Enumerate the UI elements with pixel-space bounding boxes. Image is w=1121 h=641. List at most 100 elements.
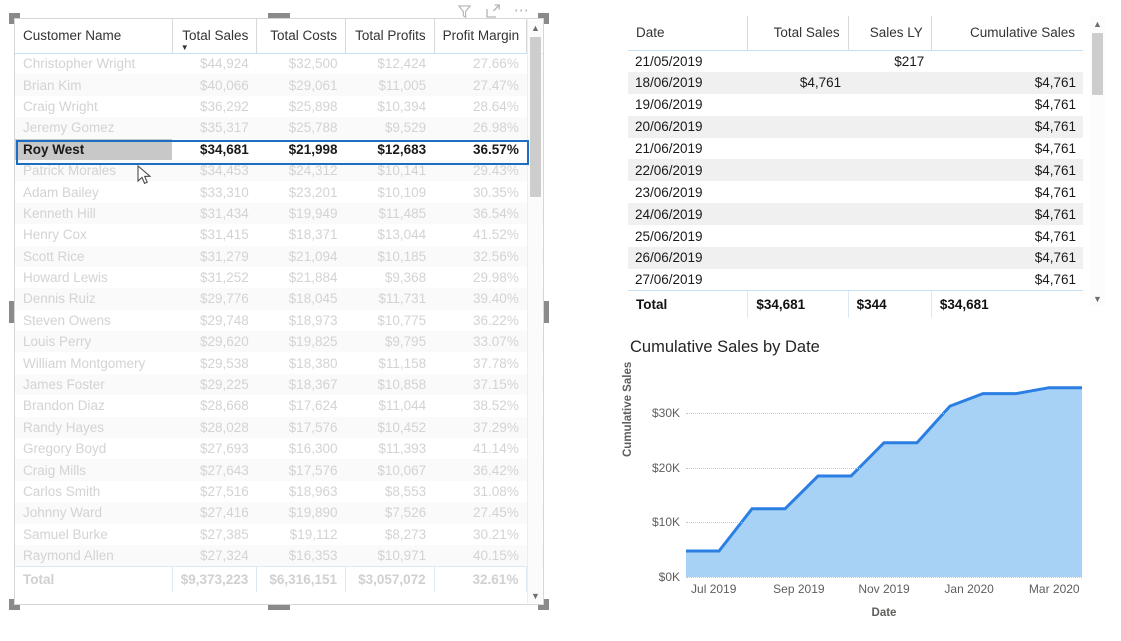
cell-total-sales[interactable]: $27,324 bbox=[172, 544, 257, 567]
column-header-profit-margin[interactable]: Profit Margin bbox=[433, 19, 527, 54]
table-row[interactable]: Craig Mills $27,643 $17,576 $10,067 36.42% bbox=[15, 459, 543, 481]
cell-date[interactable]: 18/06/2019 bbox=[628, 71, 748, 94]
cell-date[interactable]: 27/06/2019 bbox=[628, 269, 748, 291]
cell-total-sales[interactable]: $29,748 bbox=[172, 310, 257, 331]
cell-date-total-sales[interactable] bbox=[747, 159, 849, 182]
table-row[interactable]: Steven Owens $29,748 $18,973 $10,775 36.22% bbox=[15, 310, 543, 331]
cell-date[interactable]: 22/06/2019 bbox=[628, 159, 748, 182]
table-row[interactable]: Kenneth Hill $31,434 $19,949 $11,485 36.54% bbox=[15, 202, 543, 225]
cell-total-sales[interactable]: $29,538 bbox=[172, 352, 257, 373]
cell-date[interactable]: 21/05/2019 bbox=[628, 50, 748, 72]
cell-total-sales[interactable]: $31,279 bbox=[172, 245, 257, 267]
cell-total-profits[interactable]: $10,858 bbox=[345, 373, 435, 396]
cell-profit-margin[interactable]: 36.42% bbox=[434, 459, 527, 481]
cell-total-sales[interactable]: $28,028 bbox=[172, 416, 257, 439]
column-header-total-costs[interactable]: Total Costs bbox=[256, 19, 346, 54]
cell-sales-ly[interactable]: $217 bbox=[848, 50, 931, 72]
cell-total-costs[interactable]: $19,825 bbox=[256, 331, 346, 353]
cell-total-costs[interactable]: $21,884 bbox=[257, 267, 346, 288]
table-row[interactable]: Christopher Wright $44,924 $32,500 $12,424 2… bbox=[15, 53, 543, 74]
cell-total-costs[interactable]: $18,045 bbox=[256, 288, 346, 310]
cell-sales-ly[interactable] bbox=[848, 159, 932, 182]
cell-sales-ly[interactable] bbox=[848, 269, 931, 291]
cell-customer-name[interactable]: Louis Perry bbox=[15, 331, 173, 353]
cell-profit-margin[interactable]: 29.43% bbox=[434, 159, 527, 182]
table-row[interactable]: 25/06/2019 $4,761 bbox=[628, 225, 1083, 247]
cell-customer-name[interactable]: Scott Rice bbox=[15, 245, 173, 267]
cell-total-sales[interactable]: $31,415 bbox=[172, 224, 257, 245]
cell-total-sales[interactable]: $29,776 bbox=[172, 288, 257, 310]
cell-total-profits[interactable]: $10,452 bbox=[345, 416, 435, 439]
cell-profit-margin[interactable]: 41.14% bbox=[434, 438, 527, 459]
table-row[interactable]: William Montgomery $29,538 $18,380 $11,158 3… bbox=[15, 352, 543, 373]
cumulative-sales-chart-visual[interactable]: Cumulative Sales by Date Cumulative Sale… bbox=[622, 338, 1098, 638]
cell-total-profits[interactable]: $10,971 bbox=[345, 544, 435, 567]
table-row[interactable]: Samuel Burke $27,385 $19,112 $8,273 30.21% bbox=[15, 524, 543, 545]
cell-date[interactable]: 26/06/2019 bbox=[628, 247, 748, 269]
cell-cumulative-sales[interactable]: $4,761 bbox=[931, 115, 1083, 138]
column-header-cumulative-sales[interactable]: Cumulative Sales bbox=[930, 16, 1083, 51]
date-scroll-up-icon[interactable]: ▲ bbox=[1090, 16, 1105, 31]
cell-cumulative-sales[interactable]: $4,761 bbox=[931, 94, 1083, 116]
cell-profit-margin[interactable]: 30.35% bbox=[434, 181, 527, 202]
cell-total-sales[interactable]: $27,693 bbox=[172, 438, 257, 459]
cell-total-sales[interactable]: $27,516 bbox=[172, 481, 257, 502]
table-row[interactable]: Scott Rice $31,279 $21,094 $10,185 32.56% bbox=[15, 245, 543, 267]
table-row[interactable]: Randy Hayes $28,028 $17,576 $10,452 37.29% bbox=[15, 416, 543, 439]
cell-sales-ly[interactable] bbox=[848, 181, 931, 203]
cell-total-profits[interactable]: $10,775 bbox=[345, 310, 434, 331]
cell-date-total-sales[interactable] bbox=[748, 225, 848, 247]
cell-cumulative-sales[interactable]: $4,761 bbox=[931, 225, 1083, 247]
cell-sales-ly[interactable] bbox=[848, 115, 932, 138]
cell-sales-ly[interactable] bbox=[848, 94, 931, 116]
cell-total-profits[interactable]: $11,485 bbox=[345, 202, 435, 225]
table-row[interactable]: 21/06/2019 $4,761 bbox=[628, 138, 1083, 160]
cell-cumulative-sales[interactable]: $4,761 bbox=[931, 269, 1083, 291]
cell-total-profits[interactable]: $10,185 bbox=[345, 245, 435, 267]
cell-total-costs[interactable]: $25,898 bbox=[257, 96, 346, 117]
cell-total-costs[interactable]: $24,312 bbox=[256, 159, 346, 182]
cell-profit-margin[interactable]: 36.54% bbox=[434, 202, 527, 225]
cell-customer-name[interactable]: Christopher Wright bbox=[15, 53, 172, 74]
cell-profit-margin[interactable]: 30.21% bbox=[434, 524, 527, 545]
table-row[interactable]: James Foster $29,225 $18,367 $10,858 37.15% bbox=[15, 373, 543, 396]
cell-customer-name[interactable]: Kenneth Hill bbox=[15, 202, 173, 225]
table-row[interactable]: Craig Wright $36,292 $25,898 $10,394 28.64% bbox=[15, 96, 543, 117]
cell-total-sales[interactable]: $31,252 bbox=[172, 267, 257, 288]
table-row[interactable]: 27/06/2019 $4,761 bbox=[628, 269, 1083, 291]
cell-profit-margin[interactable]: 39.40% bbox=[434, 288, 527, 310]
table-row[interactable]: Howard Lewis $31,252 $21,884 $9,368 29.98% bbox=[15, 267, 543, 288]
date-scroll-down-icon[interactable]: ▼ bbox=[1090, 291, 1105, 306]
cell-profit-margin[interactable]: 27.66% bbox=[434, 53, 527, 74]
cell-date-total-sales[interactable]: $4,761 bbox=[747, 71, 849, 94]
column-header-sales-ly[interactable]: Sales LY bbox=[847, 16, 932, 51]
table-row[interactable]: 21/05/2019 $217 bbox=[628, 50, 1083, 72]
cell-date[interactable]: 25/06/2019 bbox=[628, 225, 748, 247]
cell-total-profits[interactable]: $12,424 bbox=[345, 53, 434, 74]
cell-date-total-sales[interactable] bbox=[748, 181, 848, 203]
cell-total-profits[interactable]: $8,553 bbox=[345, 481, 434, 502]
cell-date[interactable]: 19/06/2019 bbox=[628, 94, 748, 116]
cell-customer-name[interactable]: Brian Kim bbox=[15, 74, 173, 96]
cell-total-sales[interactable]: $35,317 bbox=[172, 117, 257, 139]
column-header-date-total-sales[interactable]: Total Sales bbox=[747, 16, 849, 51]
table-row[interactable]: Henry Cox $31,415 $18,371 $13,044 41.52% bbox=[15, 224, 543, 245]
table-row[interactable]: Dennis Ruiz $29,776 $18,045 $11,731 39.40% bbox=[15, 288, 543, 310]
table-row[interactable]: Adam Bailey $33,310 $23,201 $10,109 30.35% bbox=[15, 181, 543, 202]
cell-sales-ly[interactable] bbox=[848, 138, 931, 160]
customer-sales-table-visual[interactable]: Customer Name Total Sales ▼ Total Costs … bbox=[14, 18, 544, 605]
cell-total-costs[interactable]: $19,949 bbox=[256, 202, 346, 225]
cell-total-profits[interactable]: $11,005 bbox=[345, 74, 435, 96]
cell-total-costs[interactable]: $25,788 bbox=[256, 117, 346, 139]
cell-profit-margin[interactable]: 28.64% bbox=[434, 96, 527, 117]
cell-customer-name[interactable]: Gregory Boyd bbox=[15, 438, 172, 459]
cell-customer-name[interactable]: Samuel Burke bbox=[15, 524, 172, 545]
table-row[interactable]: Gregory Boyd $27,693 $16,300 $11,393 41.14% bbox=[15, 438, 543, 459]
cell-date[interactable]: 24/06/2019 bbox=[628, 203, 748, 226]
cell-date[interactable]: 20/06/2019 bbox=[628, 115, 748, 138]
table-row[interactable]: 22/06/2019 $4,761 bbox=[628, 159, 1083, 182]
table-row[interactable]: Jeremy Gomez $35,317 $25,788 $9,529 26.98% bbox=[15, 117, 543, 139]
cell-customer-name[interactable]: Jeremy Gomez bbox=[15, 117, 173, 139]
cell-total-sales[interactable]: $44,924 bbox=[172, 53, 257, 74]
table-row[interactable]: Brandon Diaz $28,668 $17,624 $11,044 38.52% bbox=[15, 395, 543, 416]
